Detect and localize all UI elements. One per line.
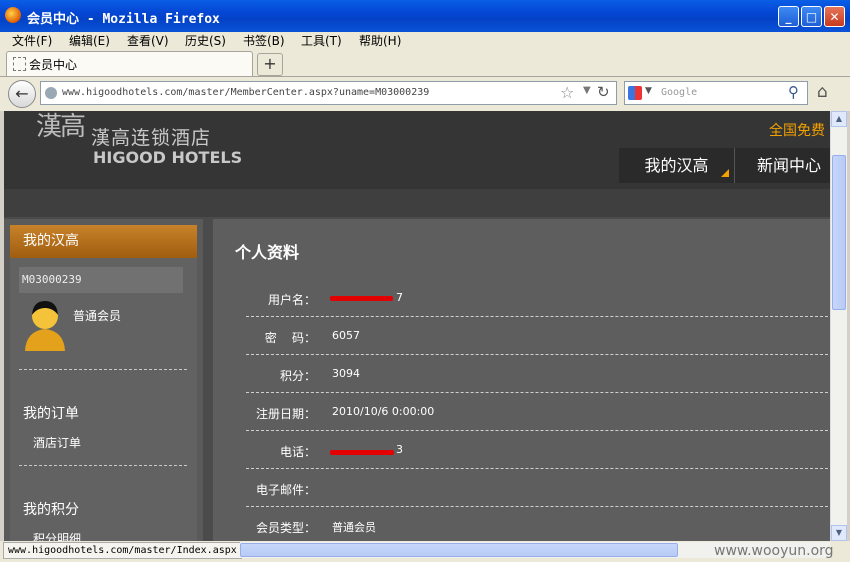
vertical-scrollbar[interactable]: ▲ ▼ xyxy=(830,111,847,541)
search-icon[interactable]: ⚲ xyxy=(788,83,799,101)
avatar xyxy=(25,301,65,351)
menu-tools[interactable]: 工具(T) xyxy=(301,32,342,50)
row-email: 电子邮件： xyxy=(246,469,830,507)
sidebar-divider xyxy=(19,465,187,466)
search-placeholder: Google xyxy=(661,87,698,98)
sidebar-panel: 我的汉高 M03000239 普通会员 我的订单 酒店订单 我的积分 积分明细 xyxy=(10,225,197,541)
row-register-date: 注册日期： 2010/10/6 0:00:00 xyxy=(246,393,830,431)
url-text: www.higoodhotels.com/master/MemberCenter… xyxy=(62,87,430,98)
window-title: 会员中心 - Mozilla Firefox xyxy=(27,12,220,27)
back-button[interactable]: ← xyxy=(8,80,36,108)
scroll-up-arrow-icon[interactable]: ▲ xyxy=(831,111,847,127)
redaction-mark xyxy=(330,450,394,455)
sidebar-header[interactable]: 我的汉高 xyxy=(10,225,197,258)
logo-chinese-name[interactable]: 漢高连锁酒店 xyxy=(91,123,211,150)
scroll-down-arrow-icon[interactable]: ▼ xyxy=(831,525,847,541)
tab-member-center[interactable]: 会员中心 xyxy=(6,51,253,76)
sidebar: 我的汉高 M03000239 普通会员 我的订单 酒店订单 我的积分 积分明细 xyxy=(4,219,203,541)
nav-news-center[interactable]: 新闻中心 xyxy=(735,148,830,183)
window-titlebar: 会员中心 - Mozilla Firefox _ □ ✕ xyxy=(0,0,850,32)
maximize-button[interactable]: □ xyxy=(801,6,822,27)
menu-bar: 文件(F) 编辑(E) 查看(V) 历史(S) 书签(B) 工具(T) 帮助(H… xyxy=(0,32,850,50)
close-button[interactable]: ✕ xyxy=(824,6,845,27)
field-label: 电子邮件： xyxy=(255,483,316,497)
scroll-thumb[interactable] xyxy=(240,543,678,557)
status-url: www.higoodhotels.com/master/Index.aspx xyxy=(3,542,242,559)
row-phone: 电话： 3 xyxy=(246,431,830,469)
field-label: 密 码： xyxy=(264,331,316,345)
link-points-detail[interactable]: 积分明细 xyxy=(33,530,81,541)
menu-file[interactable]: 文件(F) xyxy=(12,32,52,50)
tab-label: 会员中心 xyxy=(29,58,78,72)
hotline-text: 全国免费 xyxy=(769,123,825,139)
menu-edit[interactable]: 编辑(E) xyxy=(69,32,110,50)
globe-icon xyxy=(45,87,57,99)
link-hotel-orders[interactable]: 酒店订单 xyxy=(33,434,81,451)
section-my-points: 我的积分 xyxy=(23,502,79,518)
profile-panel: 个人资料 用户名： 7 密 码： 6057 积分： 3094 注册日期： 201… xyxy=(213,219,830,541)
page-icon xyxy=(13,57,26,71)
home-icon[interactable]: ⌂ xyxy=(817,82,828,102)
url-dropdown-icon[interactable]: ▼ xyxy=(583,85,591,96)
search-engine-dropdown-icon[interactable]: ▼ xyxy=(645,86,652,96)
field-label: 积分： xyxy=(279,369,316,383)
menu-view[interactable]: 查看(V) xyxy=(127,32,169,50)
password-value: 6057 xyxy=(332,329,360,342)
member-type-value: 普通会员 xyxy=(332,521,376,534)
sidebar-divider xyxy=(19,369,187,370)
phone-value: 3 xyxy=(396,443,403,456)
navigation-bar: ← www.higoodhotels.com/master/MemberCent… xyxy=(0,77,850,111)
header-band xyxy=(4,189,830,217)
row-points: 积分： 3094 xyxy=(246,355,830,393)
logo-icon[interactable]: 漢高 xyxy=(36,114,86,163)
row-username: 用户名： 7 xyxy=(246,279,830,317)
search-bar[interactable]: ▼ Google ⚲ xyxy=(624,81,808,105)
site-header: 漢高 漢高连锁酒店 HIGOOD HOTELS 全国免费 我的汉高 新闻中心 xyxy=(4,111,830,189)
nav-my-higood[interactable]: 我的汉高 xyxy=(619,148,735,183)
minimize-button[interactable]: _ xyxy=(778,6,799,27)
field-label: 会员类型： xyxy=(255,521,316,535)
member-level: 普通会员 xyxy=(73,309,122,323)
page-content: 漢高 漢高连锁酒店 HIGOOD HOTELS 全国免费 我的汉高 新闻中心 我… xyxy=(4,111,830,541)
points-value: 3094 xyxy=(332,367,360,380)
watermark: www.wooyun.org xyxy=(714,543,834,559)
register-date-value: 2010/10/6 0:00:00 xyxy=(332,405,435,418)
google-icon[interactable] xyxy=(628,86,642,100)
nav-label: 我的汉高 xyxy=(644,156,709,175)
menu-help[interactable]: 帮助(H) xyxy=(359,32,401,50)
menu-history[interactable]: 历史(S) xyxy=(185,32,226,50)
active-indicator-icon xyxy=(721,169,729,177)
scroll-thumb[interactable] xyxy=(832,155,846,310)
bookmark-star-icon[interactable]: ☆ xyxy=(560,83,574,102)
new-tab-button[interactable]: + xyxy=(257,53,283,76)
firefox-icon xyxy=(5,7,21,23)
page-title: 个人资料 xyxy=(235,243,300,262)
row-member-type: 会员类型： 普通会员 xyxy=(246,507,830,541)
row-password: 密 码： 6057 xyxy=(246,317,830,355)
field-label: 用户名： xyxy=(267,293,316,307)
redaction-mark xyxy=(330,296,393,301)
field-label: 注册日期： xyxy=(255,407,316,421)
url-bar[interactable]: www.higoodhotels.com/master/MemberCenter… xyxy=(40,81,617,105)
tab-bar: 会员中心 + xyxy=(0,50,850,77)
logo-english-name[interactable]: HIGOOD HOTELS xyxy=(93,148,242,167)
reload-icon[interactable]: ↻ xyxy=(597,83,610,101)
menu-bookmarks[interactable]: 书签(B) xyxy=(243,32,285,50)
section-my-orders: 我的订单 xyxy=(23,406,79,422)
username-value: 7 xyxy=(396,291,403,304)
member-id: M03000239 xyxy=(19,267,183,293)
status-bar: www.higoodhotels.com/master/Index.aspx w… xyxy=(0,541,850,562)
field-label: 电话： xyxy=(279,445,316,459)
